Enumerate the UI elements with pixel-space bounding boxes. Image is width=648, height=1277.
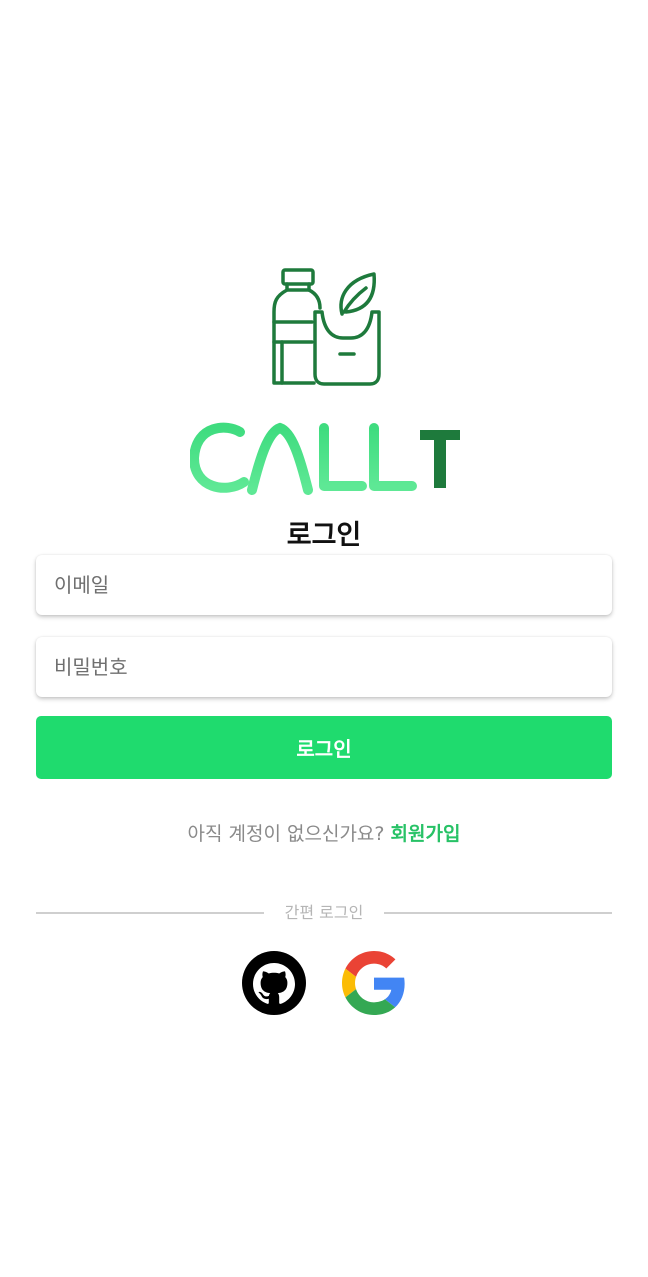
email-input[interactable]: [36, 555, 612, 615]
google-icon: [342, 951, 405, 1015]
signup-prompt-text: 아직 계정이 없으신가요?: [187, 823, 385, 845]
password-input[interactable]: [36, 637, 612, 697]
signup-prompt-row: 아직 계정이 없으신가요? 회원가입: [0, 818, 648, 850]
google-login-button[interactable]: [342, 951, 406, 1015]
login-button[interactable]: 로그인: [36, 716, 612, 779]
bottle-bag-logo-icon: [272, 268, 381, 386]
callt-wordmark-logo: [190, 422, 460, 495]
divider-right: [384, 912, 612, 914]
password-field[interactable]: [36, 637, 612, 697]
signup-link[interactable]: 회원가입: [391, 823, 461, 845]
login-title: 로그인: [286, 520, 362, 551]
github-icon: [242, 951, 306, 1015]
email-field[interactable]: [36, 555, 612, 615]
divider-left: [36, 912, 264, 914]
social-login-label: 간편 로그인: [284, 903, 364, 922]
github-login-button[interactable]: [242, 951, 306, 1015]
